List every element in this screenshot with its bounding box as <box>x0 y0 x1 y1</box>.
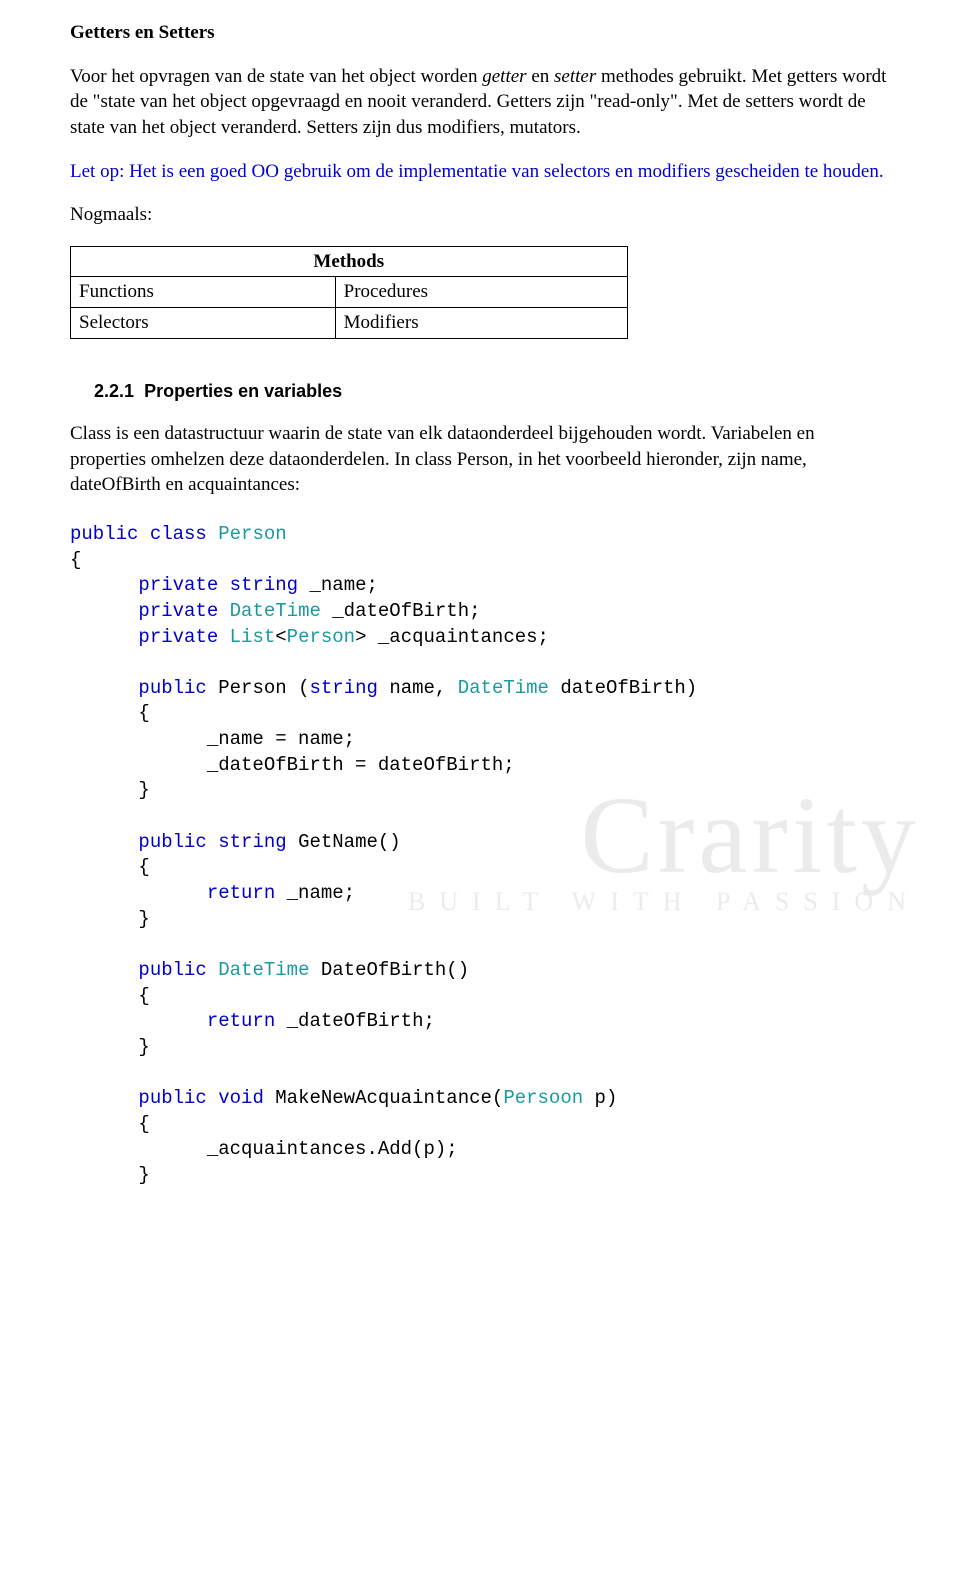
note-text: Let op: Het is een goed OO gebruik om de… <box>70 159 890 185</box>
paragraph-properties: Class is een datastructuur waarin de sta… <box>70 421 890 498</box>
code-block: public class Person { private string _na… <box>70 522 890 1189</box>
table-cell: Modifiers <box>335 308 627 339</box>
subsection-title: Properties en variables <box>144 381 342 401</box>
page-title: Getters en Setters <box>70 20 890 46</box>
table-cell: Functions <box>71 277 336 308</box>
table-row: Functions Procedures <box>71 277 628 308</box>
subsection-heading: 2.2.1 Properties en variables <box>94 379 890 403</box>
paragraph-intro: Voor het opvragen van de state van het o… <box>70 64 890 141</box>
table-cell: Selectors <box>71 308 336 339</box>
italic-getter: getter <box>482 66 526 87</box>
table-cell: Procedures <box>335 277 627 308</box>
methods-table: Methods Functions Procedures Selectors M… <box>70 246 628 339</box>
table-header: Methods <box>71 246 628 277</box>
table-row: Selectors Modifiers <box>71 308 628 339</box>
text: en <box>527 66 554 87</box>
text: Voor het opvragen van de state van het o… <box>70 66 482 87</box>
italic-setter: setter <box>554 66 596 87</box>
nogmaals-label: Nogmaals: <box>70 202 890 228</box>
subsection-number: 2.2.1 <box>94 381 134 401</box>
table-header-row: Methods <box>71 246 628 277</box>
